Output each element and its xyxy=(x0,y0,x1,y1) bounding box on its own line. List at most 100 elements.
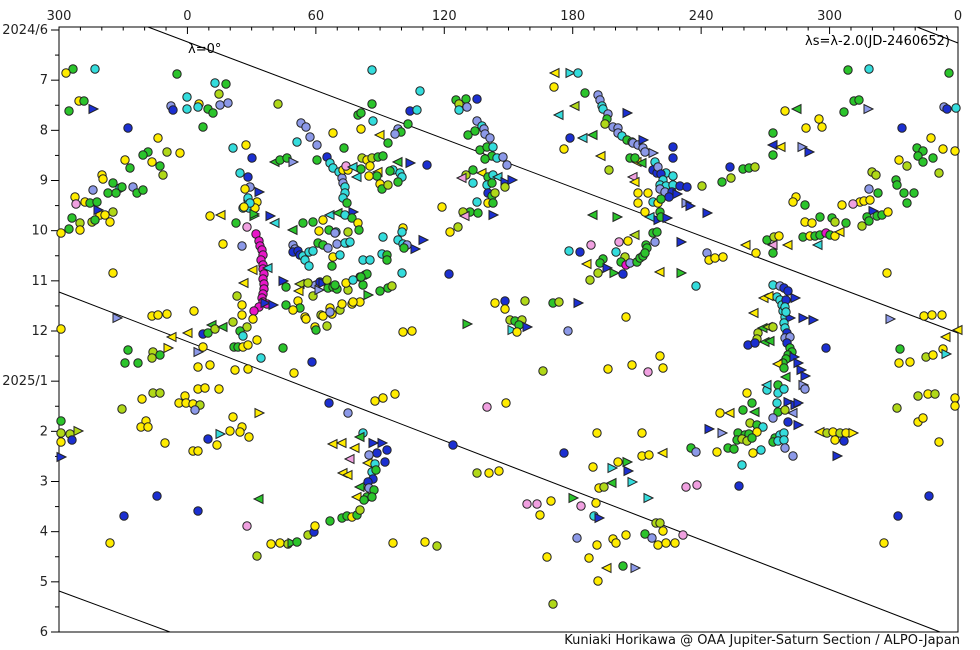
data-point-right-triangle xyxy=(886,315,895,324)
data-point-circle xyxy=(634,189,642,197)
data-point-left-triangle xyxy=(588,131,597,140)
data-point-circle xyxy=(72,200,80,208)
data-point-circle xyxy=(645,451,653,459)
data-point-circle xyxy=(945,69,953,77)
data-point-circle xyxy=(780,364,788,372)
data-point-circle xyxy=(229,144,237,152)
data-point-left-triangle xyxy=(294,287,303,296)
data-point-circle xyxy=(194,507,202,515)
data-point-circle xyxy=(894,512,902,520)
data-point-circle xyxy=(644,189,652,197)
data-point-right-triangle xyxy=(523,323,532,332)
data-point-circle xyxy=(501,297,509,305)
data-point-circle xyxy=(383,446,391,454)
data-point-circle xyxy=(219,240,227,248)
data-point-left-triangle xyxy=(248,266,257,275)
data-point-circle xyxy=(831,436,839,444)
data-point-circle xyxy=(194,363,202,371)
y-tick-label: 5 xyxy=(40,575,48,590)
data-point-circle xyxy=(109,269,117,277)
data-point-circle xyxy=(560,449,568,457)
data-point-right-triangle xyxy=(644,494,653,503)
data-point-circle xyxy=(204,435,212,443)
data-point-circle xyxy=(858,222,866,230)
data-point-circle xyxy=(366,256,374,264)
data-point-circle xyxy=(305,262,313,270)
data-point-left-triangle xyxy=(658,449,667,458)
data-point-circle xyxy=(408,327,416,335)
y-tick-label: 8 xyxy=(40,123,48,138)
data-point-circle xyxy=(454,223,462,231)
data-point-circle xyxy=(769,414,777,422)
data-point-right-triangle xyxy=(794,421,803,430)
data-point-circle xyxy=(399,328,407,336)
data-point-circle xyxy=(355,226,363,234)
data-point-circle xyxy=(173,70,181,78)
data-point-circle xyxy=(232,219,240,227)
data-point-circle xyxy=(209,109,217,117)
data-point-circle xyxy=(555,298,563,306)
data-point-circle xyxy=(416,87,424,95)
data-point-circle xyxy=(586,276,594,284)
data-point-right-triangle xyxy=(673,190,682,199)
data-point-right-triangle xyxy=(266,212,275,221)
data-point-circle xyxy=(781,107,789,115)
data-point-circle xyxy=(831,218,839,226)
y-tick-label: 11 xyxy=(31,274,48,289)
data-point-left-triangle xyxy=(288,226,297,235)
data-point-circle xyxy=(304,279,312,287)
data-point-circle xyxy=(566,134,574,142)
data-point-circle xyxy=(513,328,521,336)
data-point-right-triangle xyxy=(809,316,818,325)
data-point-circle xyxy=(383,256,391,264)
data-point-circle xyxy=(68,214,76,222)
data-point-circle xyxy=(605,166,613,174)
data-point-circle xyxy=(306,133,314,141)
data-point-circle xyxy=(495,467,503,475)
data-point-circle xyxy=(641,249,649,257)
data-point-circle xyxy=(163,148,171,156)
data-point-circle xyxy=(601,120,609,128)
data-point-circle xyxy=(344,409,352,417)
data-point-circle xyxy=(455,106,463,114)
data-point-left-triangle xyxy=(350,444,359,453)
data-point-circle xyxy=(161,439,169,447)
data-point-left-triangle xyxy=(554,111,563,120)
data-point-circle xyxy=(718,178,726,186)
data-point-circle xyxy=(822,344,830,352)
data-point-circle xyxy=(682,483,690,491)
data-point-circle xyxy=(943,105,951,113)
data-point-circle xyxy=(326,308,334,316)
data-point-circle xyxy=(914,392,922,400)
data-point-circle xyxy=(404,120,412,128)
data-point-circle xyxy=(313,156,321,164)
data-point-circle xyxy=(344,228,352,236)
data-point-circle xyxy=(874,189,882,197)
data-point-circle xyxy=(153,492,161,500)
data-point-circle xyxy=(62,69,70,77)
data-point-circle xyxy=(384,181,392,189)
data-point-circle xyxy=(752,249,760,257)
data-point-right-triangle xyxy=(57,453,66,462)
data-point-circle xyxy=(928,311,936,319)
x-tick-label: 0 xyxy=(954,9,962,24)
data-point-circle xyxy=(325,399,333,407)
data-point-circle xyxy=(927,134,935,142)
data-point-right-triangle xyxy=(801,372,810,381)
data-point-circle xyxy=(489,199,497,207)
data-point-left-triangle xyxy=(352,173,361,182)
data-point-circle xyxy=(808,219,816,227)
data-point-circle xyxy=(368,100,376,108)
data-point-circle xyxy=(365,172,373,180)
data-point-circle xyxy=(248,154,256,162)
data-point-circle xyxy=(612,539,620,547)
data-point-circle xyxy=(389,539,397,547)
data-point-left-triangle xyxy=(792,105,801,114)
data-point-circle xyxy=(144,423,152,431)
data-point-circle xyxy=(331,229,339,237)
data-point-circle xyxy=(156,162,164,170)
data-point-circle xyxy=(521,297,529,305)
data-point-circle xyxy=(634,199,642,207)
data-point-circle xyxy=(169,106,177,114)
data-point-circle xyxy=(438,203,446,211)
